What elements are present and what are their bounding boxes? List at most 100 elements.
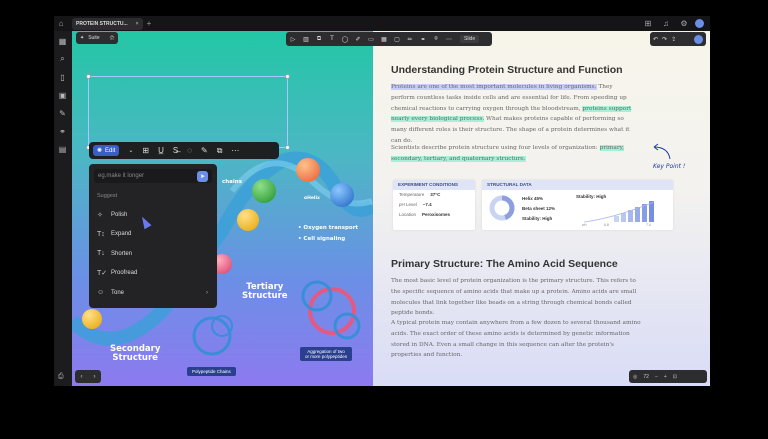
tab-protein-structure[interactable]: PROTEIN STRUCTU... × [72, 17, 143, 30]
close-tab-icon[interactable]: × [136, 21, 139, 27]
image-tool-icon[interactable]: ▭ [367, 36, 375, 43]
search-icon[interactable]: ⌕ [57, 53, 69, 65]
resize-handle[interactable] [285, 145, 290, 150]
suggest-section-label: Suggest [97, 193, 118, 199]
send-icon[interactable]: ➤ [197, 170, 208, 182]
play-icon[interactable]: ▷ [289, 36, 297, 43]
user-avatar[interactable] [694, 34, 703, 44]
sidebar: ▦ ⌕ ▯ ▣ ✎ ⚭ ▤ [54, 31, 71, 386]
link-tool-icon[interactable]: ⚭ [419, 36, 427, 43]
ai-item-label: Polish [111, 211, 128, 218]
frame-crop-icon[interactable]: ⊞ [142, 146, 149, 155]
next-page-icon[interactable]: › [94, 374, 96, 380]
ai-item-shorten[interactable]: T↓ Shorten [94, 244, 212, 264]
amino-ball-yellow [237, 209, 259, 231]
ai-item-expand[interactable]: T↕ Expand [94, 225, 212, 245]
file-icon[interactable]: ▤ [57, 143, 69, 155]
magic-icon[interactable]: ⚝ [110, 35, 115, 41]
more-tools-icon[interactable]: ⋯ [445, 36, 453, 43]
card-header: STRUCTURAL DATA [482, 180, 673, 190]
ai-item-proofread[interactable]: T✓ Proofread [94, 264, 212, 284]
slide-button[interactable]: Slide [460, 35, 480, 43]
condition-row: Location Peroxisomes [399, 212, 451, 217]
expand-icon: T↕ [97, 230, 105, 238]
text-icon[interactable]: T [328, 36, 336, 42]
ai-item-label: Shorten [111, 250, 133, 257]
amino-ball-blue [330, 183, 354, 207]
link-icon[interactable]: ⚭ [57, 125, 69, 137]
image-icon[interactable]: ▣ [57, 89, 69, 101]
settings-icon[interactable]: ⚙ [677, 17, 691, 31]
oxygen-annotation: • Oxygen transport [298, 225, 359, 231]
zoom-out-icon[interactable]: − [655, 374, 658, 380]
prev-page-icon[interactable]: ‹ [81, 374, 83, 380]
tone-icon: ☺ [97, 289, 105, 297]
avatar[interactable] [695, 19, 704, 28]
paragraph-1: Proteins are one of the most important m… [391, 82, 637, 147]
titlebar: ⌂ PROTEIN STRUCTU... × + ⊞ ♫ ⚙ [54, 16, 710, 31]
fit-screen-icon[interactable]: ⊡ [673, 374, 677, 380]
suite-button[interactable]: ✦ Suite ⚝ [76, 32, 119, 44]
paragraph-text: Scientists describe protein structure us… [391, 145, 600, 151]
grid-icon[interactable]: ⊞ [641, 17, 655, 31]
key-point-annotation: Key Point ! [653, 163, 686, 170]
axis-label: pH [582, 223, 587, 226]
polish-icon: ✧ [97, 211, 103, 219]
polypeptide-chains-label: Polypeptide Chains [187, 367, 236, 376]
amino-ball-yellow-2 [82, 309, 102, 329]
strikethrough-icon[interactable]: S̶ [173, 146, 178, 155]
structural-data-card: STRUCTURAL DATA Helix 45% Beta sheet 12%… [482, 180, 673, 230]
ai-item-tone[interactable]: ☺ Tone › [94, 283, 212, 303]
condition-row: Temperature 37°C [399, 192, 441, 197]
document-icon[interactable]: ▯ [57, 71, 69, 83]
axis-label: 6.8 [604, 223, 609, 226]
sidebar-bottom-icon[interactable]: ⎙ [58, 373, 64, 381]
ai-prompt-placeholder: eg.make it longer [98, 173, 145, 179]
ai-item-label: Expand [111, 231, 132, 238]
new-tab-icon[interactable]: + [147, 19, 152, 28]
resize-handle[interactable] [86, 74, 91, 79]
doc-title-2: Primary Structure: The Amino Acid Sequen… [391, 258, 618, 270]
zoom-in-icon[interactable]: + [664, 374, 667, 380]
sticky-note-icon[interactable]: ▢ [393, 36, 401, 43]
shape-icon[interactable]: ◯ [341, 36, 349, 43]
copy-icon[interactable]: ⧉ [217, 146, 223, 156]
undo-icon[interactable]: ↶ [653, 36, 658, 43]
stability-bar-chart: pH 6.8 7.4 [582, 201, 655, 226]
alpha-helix-annotation: αHelix [304, 196, 320, 201]
resize-handle[interactable] [285, 74, 290, 79]
brush-icon[interactable]: ✏ [406, 36, 414, 43]
selection-box[interactable] [86, 74, 290, 150]
zoom-mode-icon[interactable]: ◎ [633, 374, 637, 380]
suite-label: Suite [88, 35, 100, 41]
underline-icon[interactable]: U̲ [158, 146, 164, 155]
stamp-icon[interactable]: ⍟ [432, 36, 440, 43]
bell-icon[interactable]: ♫ [659, 17, 673, 31]
chevron-right-icon: › [206, 289, 208, 296]
more-icon[interactable]: ⋯ [231, 146, 239, 155]
zoom-controls: ◎ 72 − + ⊡ [629, 370, 707, 383]
comment-icon[interactable]: ◌ [187, 146, 192, 155]
experiment-conditions-card: EXPERIMENT CONDITIONS Temperature 37°C pH… [393, 180, 475, 230]
redo-icon[interactable]: ↷ [662, 36, 667, 43]
paragraph-3: The most basic level of protein organiza… [391, 278, 637, 317]
condition-row: pH Level ~7.4 [399, 202, 432, 207]
export-icon[interactable]: ⇪ [671, 36, 676, 43]
amino-ball-green [252, 179, 276, 203]
apps-icon[interactable]: ▦ [57, 35, 69, 47]
pen-tool-icon[interactable]: ✐ [354, 36, 362, 43]
layout-icon[interactable]: ▥ [302, 36, 310, 43]
home-icon[interactable]: ⌂ [54, 17, 68, 31]
note-icon[interactable]: ✎ [201, 146, 208, 155]
zoom-level[interactable]: 72 [643, 374, 649, 380]
pen-icon[interactable]: ✎ [57, 107, 69, 119]
ai-item-polish[interactable]: ✧ Polish [94, 205, 212, 225]
ai-icon: ✺ [97, 148, 103, 154]
chevron-down-icon[interactable]: ⌄ [128, 147, 133, 154]
frame-icon[interactable]: ⧉ [315, 36, 323, 43]
secondary-structure-label: Secondary Structure [110, 344, 161, 363]
ai-prompt-input[interactable]: eg.make it longer ➤ [94, 169, 212, 183]
edit-ai-button[interactable]: ✺ Edit [93, 145, 120, 156]
table-icon[interactable]: ▦ [380, 36, 388, 43]
suite-icon: ✦ [80, 35, 85, 41]
